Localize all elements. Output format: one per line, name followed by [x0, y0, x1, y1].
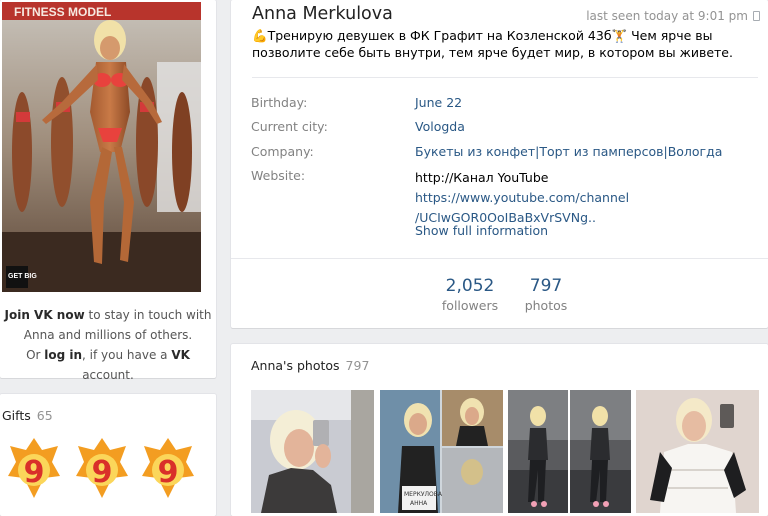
- city-label: Current city:: [251, 119, 328, 134]
- log-in-link[interactable]: log in: [44, 348, 82, 362]
- profile-status: 💪Тренирую девушек в ФК Графит на Козленс…: [252, 28, 733, 60]
- birthday-label: Birthday:: [251, 95, 308, 110]
- svg-text:GET BIG: GET BIG: [8, 273, 37, 280]
- profile-avatar[interactable]: FITNESS MODEL GET BIG: [2, 2, 201, 292]
- mobile-phone-icon: [753, 11, 760, 21]
- website-label: Website:: [251, 168, 306, 183]
- join-prompt: Join VK now to stay in touch with Anna a…: [4, 308, 212, 382]
- divider: [231, 258, 768, 259]
- photos-counter[interactable]: 797 photos: [511, 276, 581, 313]
- svg-text:АННА: АННА: [410, 500, 428, 507]
- photos-title[interactable]: Anna's photos 797: [251, 358, 369, 373]
- svg-text:FITNESS MODEL: FITNESS MODEL: [14, 5, 111, 19]
- divider: [252, 77, 758, 78]
- svg-text:9: 9: [92, 455, 113, 490]
- company-label: Company:: [251, 144, 314, 159]
- city-link[interactable]: Vologda: [415, 119, 465, 134]
- page-title: Anna Merkulova: [252, 4, 393, 24]
- show-full-info-link[interactable]: Show full information: [415, 223, 548, 238]
- photo-thumbnail[interactable]: [636, 390, 759, 513]
- join-vk-link[interactable]: Join VK now: [5, 308, 85, 322]
- followers-counter[interactable]: 2,052 followers: [435, 276, 505, 313]
- gifts-title[interactable]: Gifts 65: [2, 408, 53, 423]
- svg-text:9: 9: [24, 455, 45, 490]
- company-link[interactable]: Букеты из конфет|Торт из памперсов|Волог…: [415, 144, 722, 159]
- photo-thumbnail[interactable]: МЕРКУЛОВА АННА: [380, 390, 503, 513]
- last-seen-status: last seen today at 9:01 pm: [586, 9, 760, 23]
- gift-item[interactable]: 9: [140, 436, 196, 500]
- svg-text:МЕРКУЛОВА: МЕРКУЛОВА: [404, 491, 443, 498]
- gift-item[interactable]: 9: [74, 436, 130, 500]
- svg-text:9: 9: [158, 455, 179, 490]
- gift-item[interactable]: 9: [6, 436, 62, 500]
- website-link[interactable]: https://www.youtube.com/channel: [415, 190, 629, 205]
- website-value: http://Канал YouTube https://www.youtube…: [415, 170, 630, 225]
- photo-thumbnail[interactable]: [508, 390, 631, 513]
- birthday-link[interactable]: June 22: [415, 95, 462, 110]
- photo-thumbnail[interactable]: [251, 390, 374, 513]
